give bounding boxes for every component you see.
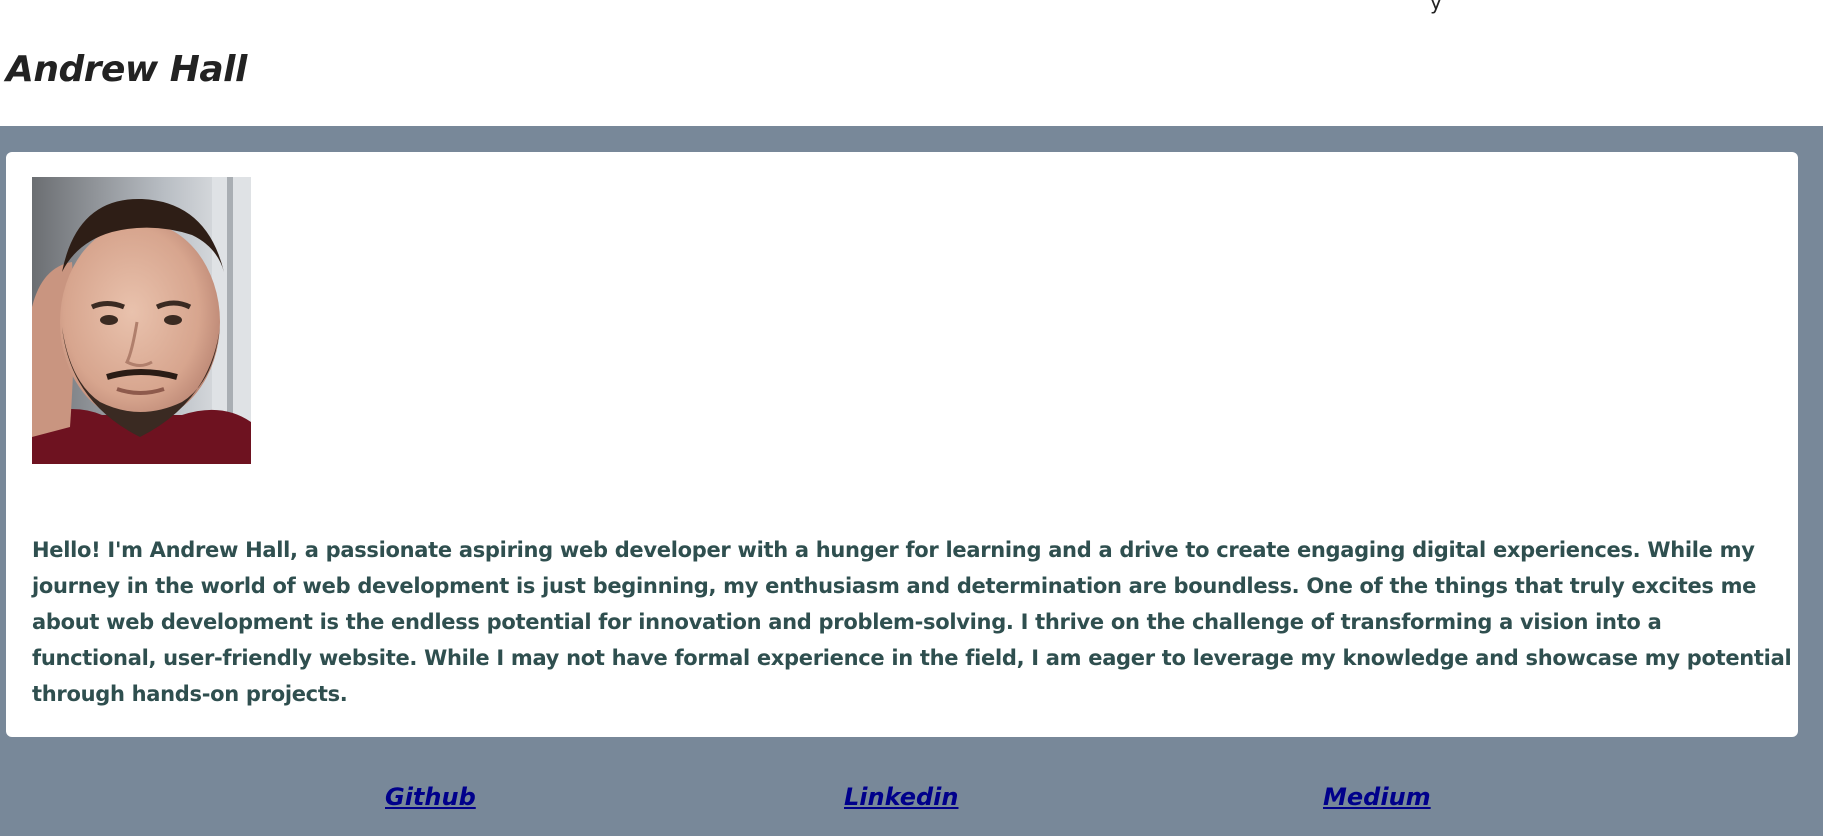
social-links: Github Linkedin Medium <box>0 780 1823 836</box>
github-link[interactable]: Github <box>385 780 476 814</box>
portfolio-page: y Andrew Hall Hello! I'm Andrew Hall, a … <box>0 0 1823 836</box>
linkedin-link[interactable]: Linkedin <box>844 780 958 814</box>
profile-photo <box>32 177 251 464</box>
medium-link[interactable]: Medium <box>1323 780 1431 814</box>
page-title: Andrew Hall <box>6 49 247 90</box>
main-section: Hello! I'm Andrew Hall, a passionate asp… <box>0 126 1823 836</box>
bio-text: Hello! I'm Andrew Hall, a passionate asp… <box>32 538 1792 706</box>
header-cutoff-text: y <box>1430 0 1442 14</box>
page-header: y Andrew Hall <box>0 0 1823 126</box>
about-card: Hello! I'm Andrew Hall, a passionate asp… <box>6 152 1798 737</box>
